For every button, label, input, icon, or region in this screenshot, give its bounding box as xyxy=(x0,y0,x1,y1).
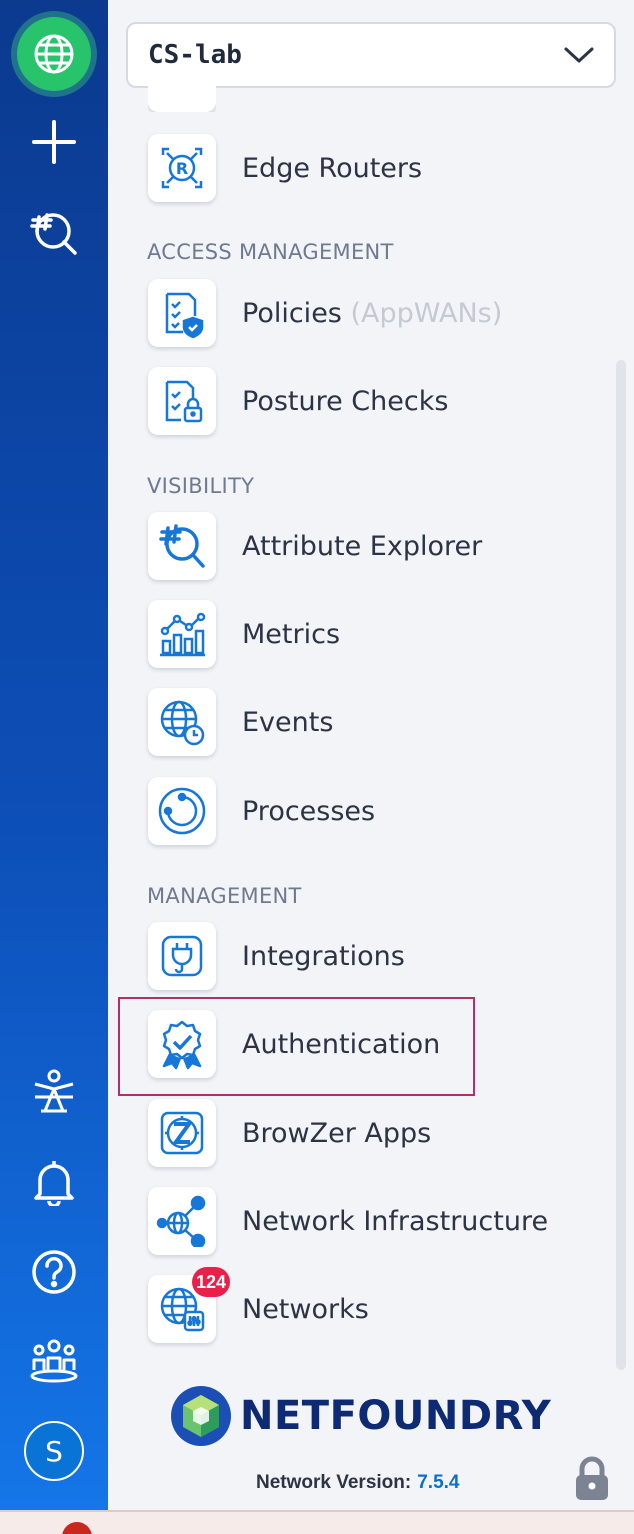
nav-label-attribute-explorer: Attribute Explorer xyxy=(242,530,483,562)
nav-label-policies: Policies (AppWANs) xyxy=(242,298,502,329)
lock-button[interactable] xyxy=(574,1456,610,1507)
brand-logo-text: NETFOUNDRY xyxy=(240,1393,552,1439)
posture-check-icon xyxy=(148,367,216,435)
nav-item-metrics[interactable]: Metrics xyxy=(148,598,340,670)
nav-item-posture-checks[interactable]: Posture Checks xyxy=(148,365,448,437)
attribute-explorer-icon xyxy=(148,512,216,580)
network-version-label: Network Version: xyxy=(256,1472,412,1493)
notifications-button[interactable] xyxy=(0,1152,108,1212)
nav-label-events: Events xyxy=(242,706,334,738)
nav-label-browzer-apps: BrowZer Apps xyxy=(242,1117,432,1149)
avatar: S xyxy=(24,1421,84,1481)
network-version-value: 7.5.4 xyxy=(417,1472,460,1493)
networks-count-badge: 124 xyxy=(191,1267,230,1297)
left-rail: S xyxy=(0,0,108,1510)
help-icon xyxy=(32,1250,76,1294)
team-icon xyxy=(30,1339,78,1383)
policies-subtext: (AppWANs) xyxy=(350,297,503,329)
create-button[interactable] xyxy=(0,110,108,174)
partial-tile xyxy=(148,68,216,112)
section-management: MANAGEMENT xyxy=(147,884,302,908)
integrations-icon xyxy=(148,922,216,990)
nav-item-events[interactable]: Events xyxy=(148,686,333,758)
authentication-icon xyxy=(148,1010,216,1078)
policies-text: Policies xyxy=(242,297,342,329)
nav-item-integrations[interactable]: Integrations xyxy=(148,920,405,992)
networks-icon: 124 xyxy=(148,1267,230,1343)
bell-icon xyxy=(34,1161,74,1206)
navigation-panel: CS-lab R Edge Routers ACCESS MANAGEMENT xyxy=(108,0,634,1510)
avatar-initial: S xyxy=(45,1434,63,1468)
brand-logo: NETFOUNDRY xyxy=(170,1385,551,1447)
plus-icon xyxy=(32,120,76,164)
user-menu-button[interactable]: S xyxy=(0,1418,108,1484)
nav-item-edge-routers[interactable]: R Edge Routers xyxy=(148,132,422,204)
nav-item-processes[interactable]: Processes xyxy=(148,775,375,847)
hidden-item xyxy=(148,68,216,112)
nav-label-network-infrastructure: Network Infrastructure xyxy=(242,1205,549,1237)
network-version: Network Version: 7.5.4 xyxy=(256,1472,459,1494)
nav-label-authentication: Authentication xyxy=(242,1028,441,1060)
netfoundry-logo-icon xyxy=(171,1386,231,1446)
scrollbar[interactable] xyxy=(616,360,626,1370)
nav-label-networks: Networks xyxy=(242,1293,369,1325)
svg-text:R: R xyxy=(176,159,188,178)
processes-icon xyxy=(148,777,216,845)
lock-icon xyxy=(576,1456,608,1500)
app-status-icon xyxy=(62,1522,92,1534)
attribute-search-icon xyxy=(30,213,77,255)
help-button[interactable] xyxy=(0,1242,108,1302)
nav-item-network-infrastructure[interactable]: Network Infrastructure xyxy=(148,1185,548,1257)
nav-label-posture-checks: Posture Checks xyxy=(242,385,449,417)
events-icon xyxy=(148,688,216,756)
networks-home-button[interactable] xyxy=(0,12,108,96)
globe-icon xyxy=(17,17,91,91)
section-visibility: VISIBILITY xyxy=(147,474,255,498)
nav-item-authentication[interactable]: Authentication xyxy=(148,1008,440,1080)
edge-router-icon: R xyxy=(148,134,216,202)
network-selector-value: CS-lab xyxy=(148,40,242,70)
nav-item-attribute-explorer[interactable]: Attribute Explorer xyxy=(148,510,482,582)
nav-label-integrations: Integrations xyxy=(242,940,405,972)
nav-label-processes: Processes xyxy=(242,795,376,827)
ziti-console-button[interactable] xyxy=(0,1062,108,1122)
metrics-icon xyxy=(148,600,216,668)
nav-label-metrics: Metrics xyxy=(242,618,341,650)
section-access-management: ACCESS MANAGEMENT xyxy=(147,240,394,264)
browzer-icon xyxy=(148,1099,216,1167)
nav-item-browzer-apps[interactable]: BrowZer Apps xyxy=(148,1097,431,1169)
nav-item-policies[interactable]: Policies (AppWANs) xyxy=(148,277,502,349)
nav-item-networks[interactable]: 124 Networks xyxy=(148,1267,369,1345)
attribute-search-button[interactable] xyxy=(0,200,108,264)
nav-label-edge-routers: Edge Routers xyxy=(242,152,423,184)
chevron-down-icon xyxy=(564,47,594,63)
policy-icon xyxy=(148,279,216,347)
bottom-taskbar xyxy=(0,1510,634,1534)
network-infrastructure-icon xyxy=(148,1187,216,1255)
ziti-icon xyxy=(34,1069,74,1113)
organization-button[interactable] xyxy=(0,1330,108,1390)
